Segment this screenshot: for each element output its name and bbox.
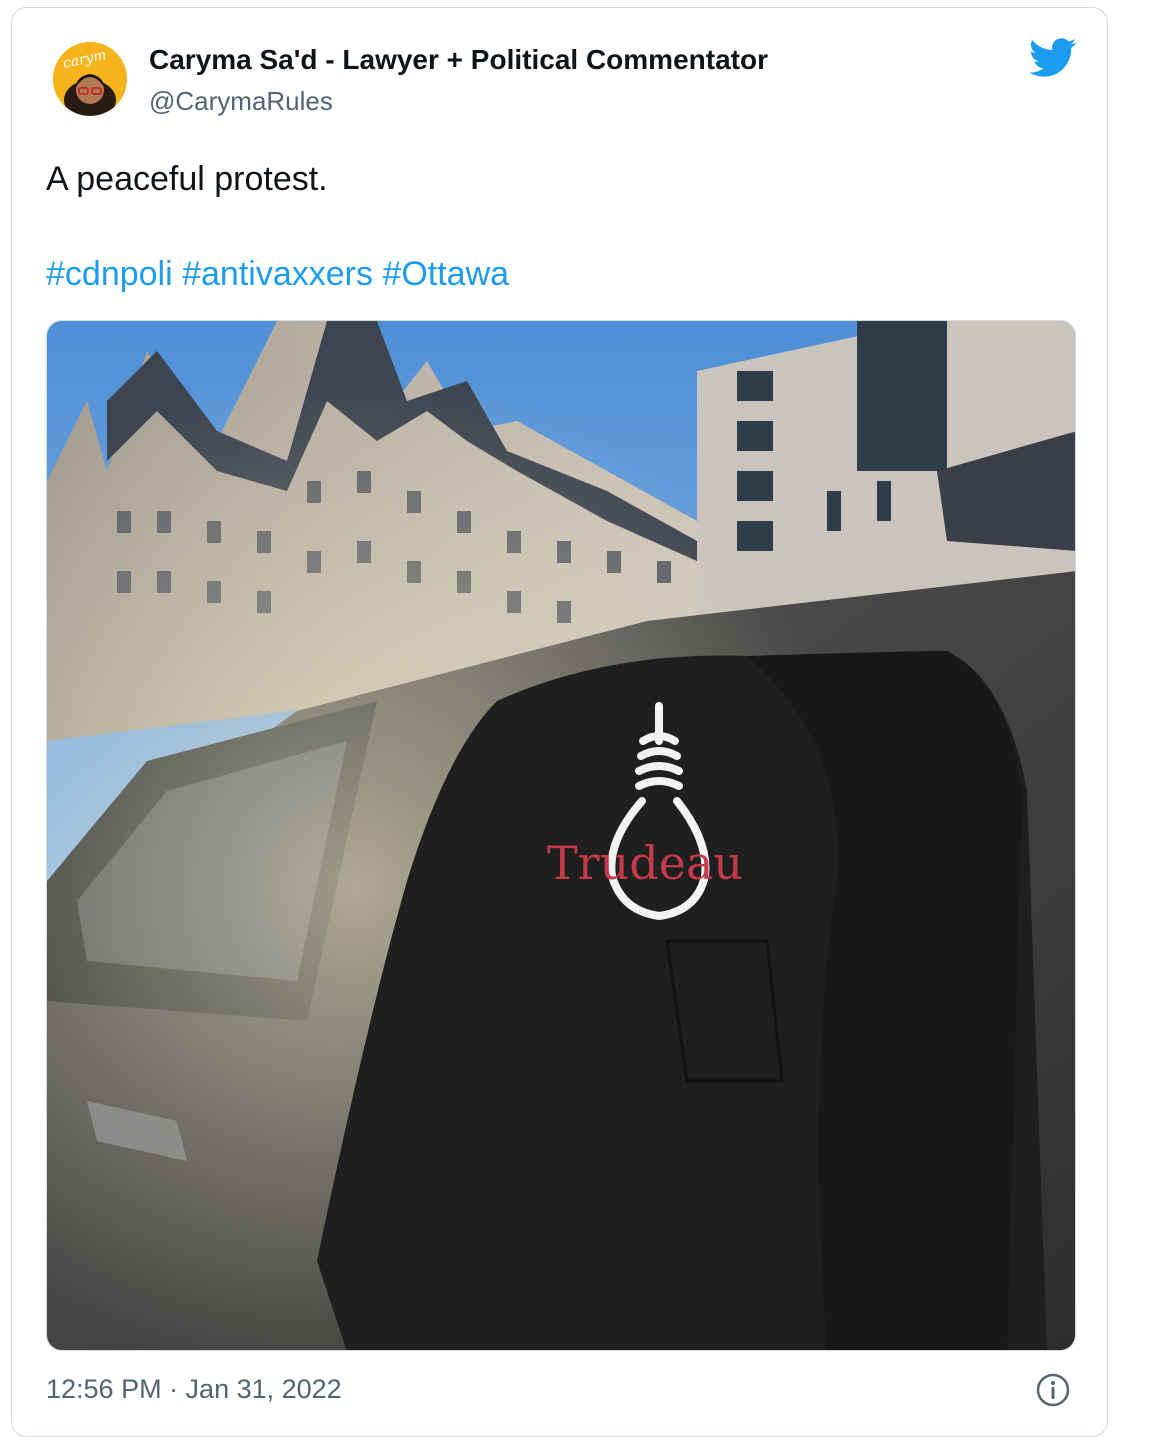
info-icon[interactable] (1035, 1372, 1071, 1408)
hashtag-antivaxxers[interactable]: #antivaxxers (182, 255, 373, 293)
tweet-photo[interactable]: Trudeau (46, 320, 1076, 1351)
avatar-illustration: carym (53, 42, 127, 116)
hashtag-ottawa[interactable]: #Ottawa (382, 255, 509, 293)
author-display-name[interactable]: Caryma Sa'd - Lawyer + Political Comment… (149, 44, 768, 76)
author-avatar[interactable]: carym (53, 42, 127, 116)
sweater-text: Trudeau (547, 836, 743, 890)
twitter-bird-icon[interactable] (1029, 38, 1077, 78)
photo-illustration: Trudeau (47, 321, 1075, 1350)
hashtag-cdnpoli[interactable]: #cdnpoli (46, 255, 173, 293)
tweet-timestamp[interactable]: 12:56 PM · Jan 31, 2022 (46, 1374, 342, 1405)
author-handle[interactable]: @CarymaRules (149, 86, 333, 117)
tweet-text: A peaceful protest. (46, 160, 328, 198)
hashtag-line: #cdnpoli #antivaxxers #Ottawa (46, 255, 509, 294)
